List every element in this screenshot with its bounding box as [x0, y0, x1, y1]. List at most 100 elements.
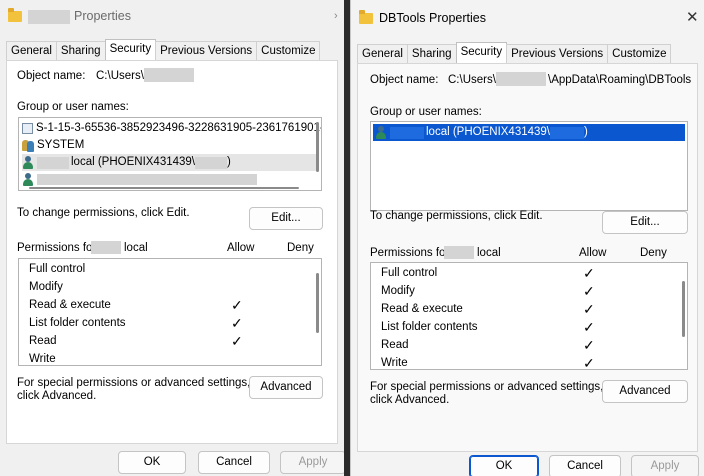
permission-name: Read [381, 339, 409, 351]
left-properties-dialog: Properties › General Sharing Security Pr… [0, 0, 344, 476]
permissions-list: Full control Modify Read & execute ✓ Lis… [18, 258, 322, 366]
tab-general[interactable]: General [357, 44, 408, 63]
tab-security[interactable]: Security [455, 42, 508, 63]
permission-name: Modify [29, 281, 63, 293]
tab-customize[interactable]: Customize [607, 44, 672, 63]
user-icon [375, 126, 387, 139]
allow-check-icon: ✓ [583, 301, 595, 317]
permission-name: Write [381, 357, 408, 369]
redacted-username [496, 72, 546, 86]
tab-sharing[interactable]: Sharing [55, 41, 106, 60]
apply-button[interactable]: Apply [631, 455, 699, 476]
cancel-button[interactable]: Cancel [549, 455, 621, 476]
group-label: Group or user names: [370, 106, 482, 118]
redacted-username [37, 174, 257, 185]
object-name-label: Object name: [370, 74, 439, 86]
users-listbox[interactable]: local (PHOENIX431439\ ) [370, 121, 688, 211]
left-security-panel: Object name: C:\Users\ Group or user nam… [6, 60, 338, 444]
vertical-scrollbar[interactable] [316, 122, 319, 172]
redacted-name [28, 10, 70, 24]
edit-button[interactable]: Edit... [249, 207, 323, 230]
ok-button[interactable]: OK [118, 451, 186, 474]
object-name-value: C:\Users\ [96, 70, 144, 82]
tab-sharing[interactable]: Sharing [406, 44, 457, 63]
right-tabs: General Sharing Security Previous Versio… [357, 42, 672, 63]
permission-name: Full control [29, 263, 86, 275]
horizontal-scrollbar[interactable] [29, 187, 299, 189]
permission-name: Write [29, 353, 56, 365]
tab-security[interactable]: Security [104, 39, 157, 60]
permission-name: Read [29, 335, 57, 347]
tab-customize[interactable]: Customize [256, 41, 321, 60]
group-label: Group or user names: [17, 101, 129, 113]
permission-name: List folder contents [29, 317, 126, 329]
special-permissions-text: For special permissions or advanced sett… [17, 377, 251, 389]
redacted-username [390, 126, 424, 139]
right-titlebar: DBTools Properties ✕ [351, 0, 704, 34]
deny-header: Deny [287, 242, 314, 254]
permission-name: Read & execute [29, 299, 111, 311]
close-icon[interactable]: ✕ [686, 8, 699, 26]
permissions-for-suffix: local [477, 247, 501, 259]
left-title: Properties [74, 9, 131, 23]
allow-header: Allow [579, 247, 607, 259]
permission-name: Read & execute [381, 303, 463, 315]
permissions-list: Full control ✓ Modify ✓ Read & execute ✓… [370, 262, 688, 370]
ok-button[interactable]: OK [469, 455, 539, 476]
user-icon [22, 173, 34, 186]
users-listbox[interactable]: S-1-15-3-65536-3852923496-3228631905-236… [18, 117, 322, 191]
allow-check-icon: ✓ [583, 265, 595, 281]
right-title: DBTools Properties [379, 11, 486, 25]
permission-name: Full control [381, 267, 438, 279]
right-properties-dialog: DBTools Properties ✕ General Sharing Sec… [350, 0, 704, 476]
redacted-username [195, 156, 228, 169]
list-item[interactable]: local (PHOENIX431439\ ) [373, 124, 685, 141]
special-permissions-text: For special permissions or advanced sett… [370, 381, 604, 393]
list-item[interactable]: SYSTEM [22, 137, 84, 154]
tab-previous-versions[interactable]: Previous Versions [155, 41, 258, 60]
redacted-username [37, 156, 69, 169]
change-permissions-text: To change permissions, click Edit. [370, 210, 543, 222]
allow-check-icon: ✓ [583, 355, 595, 370]
group-icon [22, 139, 34, 152]
edit-button[interactable]: Edit... [602, 211, 688, 234]
tab-previous-versions[interactable]: Previous Versions [506, 44, 609, 63]
advanced-button[interactable]: Advanced [249, 376, 323, 399]
folder-icon [8, 8, 22, 22]
sid-icon [22, 123, 33, 134]
permissions-for-suffix: local [124, 242, 148, 254]
cancel-button[interactable]: Cancel [198, 451, 270, 474]
allow-check-icon: ✓ [583, 337, 595, 353]
object-name-label: Object name: [17, 70, 86, 82]
list-item[interactable]: local (PHOENIX431439\ ) [22, 154, 318, 171]
permission-name: Modify [381, 285, 415, 297]
permissions-for-label: Permissions for [17, 242, 97, 254]
permission-name: List folder contents [381, 321, 478, 333]
list-item[interactable] [22, 171, 257, 188]
allow-header: Allow [227, 242, 255, 254]
folder-icon [359, 10, 373, 24]
chevron-right-icon: › [334, 10, 338, 22]
vertical-scrollbar[interactable] [682, 281, 685, 337]
redacted-username [550, 126, 585, 139]
allow-check-icon: ✓ [231, 333, 243, 349]
redacted-username [144, 68, 194, 82]
deny-header: Deny [640, 247, 667, 259]
special-permissions-text-2: click Advanced. [370, 394, 450, 406]
list-item[interactable]: S-1-15-3-65536-3852923496-3228631905-236… [22, 120, 321, 137]
advanced-button[interactable]: Advanced [602, 380, 688, 403]
object-name-prefix: C:\Users\ [448, 74, 496, 86]
permissions-for-label: Permissions for [370, 247, 450, 259]
left-titlebar: Properties › [0, 0, 344, 34]
tab-general[interactable]: General [6, 41, 57, 60]
redacted-username [444, 246, 474, 259]
object-name-suffix: \AppData\Roaming\DBTools [548, 74, 692, 86]
apply-button[interactable]: Apply [280, 451, 344, 474]
vertical-scrollbar[interactable] [316, 273, 319, 333]
allow-check-icon: ✓ [583, 283, 595, 299]
special-permissions-text-2: click Advanced. [17, 390, 97, 402]
change-permissions-text: To change permissions, click Edit. [17, 207, 190, 219]
allow-check-icon: ✓ [583, 319, 595, 335]
allow-check-icon: ✓ [231, 315, 243, 331]
right-security-panel: Object name: C:\Users\ \AppData\Roaming\… [357, 63, 698, 452]
